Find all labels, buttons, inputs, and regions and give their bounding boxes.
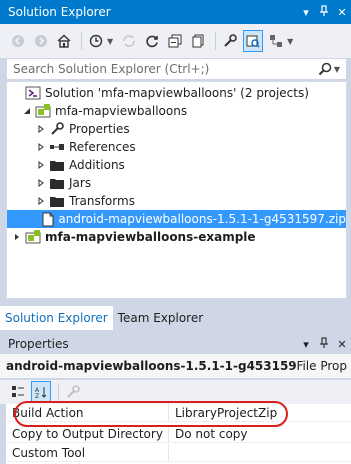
collapsed-arrow-icon[interactable] (35, 159, 47, 171)
forward-icon[interactable] (31, 30, 51, 52)
alphabetical-icon[interactable]: AZ (31, 381, 51, 403)
properties-title: Properties (8, 337, 69, 351)
toolbar-separator (81, 32, 82, 50)
tree-item-label: mfa-mapviewballoons (55, 104, 188, 118)
tree-item-label: Solution 'mfa-mapviewballoons' (2 projec… (45, 86, 309, 100)
android-project-icon (35, 103, 51, 119)
tree-item-label: References (69, 140, 136, 154)
class-view-icon[interactable] (266, 30, 286, 52)
expanded-arrow-icon[interactable] (21, 105, 33, 117)
solution-tree[interactable]: Solution 'mfa-mapviewballoons' (2 projec… (6, 81, 347, 299)
refresh-icon[interactable] (142, 30, 162, 52)
sync-icon[interactable] (119, 30, 139, 52)
property-value[interactable]: Do not copy (169, 427, 248, 441)
properties-wrench-icon[interactable] (220, 30, 240, 52)
tree-item-transforms[interactable]: Transforms (7, 192, 346, 210)
properties-object-selector[interactable]: android-mapviewballoons-1.5.1-1-g4531597… (0, 354, 351, 378)
tree-item-solution[interactable]: Solution 'mfa-mapviewballoons' (2 projec… (7, 84, 346, 102)
property-row-build-action[interactable]: Build Action LibraryProjectZip (6, 404, 351, 422)
tree-item-label: Additions (69, 158, 125, 172)
tab-team-explorer[interactable]: Team Explorer (112, 306, 209, 330)
property-key: Build Action (6, 404, 169, 421)
window-position-icon[interactable]: ▾ (297, 6, 315, 19)
search-icon[interactable] (314, 62, 336, 76)
property-key: Copy to Output Directory (6, 425, 169, 442)
properties-object-name: android-mapviewballoons-1.5.1-1-g4531597… (6, 359, 297, 373)
android-project-icon (25, 229, 41, 245)
property-row-copy-to-output[interactable]: Copy to Output Directory Do not copy (6, 425, 351, 443)
chevron-down-icon[interactable]: ▼ (107, 37, 113, 46)
show-all-files-icon[interactable] (188, 30, 208, 52)
close-icon[interactable]: ✕ (333, 6, 351, 19)
property-grid: Build Action LibraryProjectZip Copy to O… (6, 404, 351, 464)
folder-icon (49, 175, 65, 191)
preview-selected-items-icon[interactable] (243, 30, 264, 52)
window-position-icon[interactable]: ▾ (297, 338, 315, 351)
folder-icon (49, 157, 65, 173)
collapse-all-icon[interactable] (165, 30, 185, 52)
search-placeholder: Search Solution Explorer (Ctrl+;) (13, 62, 210, 76)
property-pages-wrench-icon[interactable] (63, 381, 83, 403)
pin-icon[interactable] (315, 336, 333, 352)
svg-text:Z: Z (35, 393, 39, 399)
search-options-chevron-icon[interactable]: ▼ (334, 65, 340, 74)
toolbar-separator (215, 32, 217, 50)
tree-item-project-mfa-mapviewballoons[interactable]: mfa-mapviewballoons (7, 102, 346, 120)
search-input[interactable]: Search Solution Explorer (Ctrl+;) ▼ (6, 58, 347, 80)
tree-item-label: Transforms (69, 194, 135, 208)
tree-item-label: android-mapviewballoons-1.5.1-1-g4531597… (58, 212, 346, 226)
property-value[interactable]: LibraryProjectZip (169, 406, 277, 420)
properties-object-type: File Prop (296, 359, 347, 373)
pending-changes-filter-icon[interactable] (86, 30, 106, 52)
explorer-tabs: Solution Explorer Team Explorer (0, 306, 351, 330)
properties-toolbar: AZ (0, 380, 351, 404)
solution-explorer-toolbar: ▼ ▼ (0, 24, 351, 58)
close-icon[interactable]: ✕ (333, 338, 351, 351)
tree-item-references[interactable]: References (7, 138, 346, 156)
properties-titlebar: Properties ▾ ✕ (0, 334, 351, 354)
property-row-custom-tool[interactable]: Custom Tool (6, 444, 351, 462)
solution-explorer-title: Solution Explorer (8, 5, 111, 19)
file-icon (42, 211, 54, 227)
property-key: Custom Tool (6, 444, 169, 461)
toolbar-separator (58, 383, 59, 401)
collapsed-arrow-icon[interactable] (35, 123, 47, 135)
tree-item-label: mfa-mapviewballoons-example (45, 230, 256, 244)
tree-item-jars[interactable]: Jars (7, 174, 346, 192)
categorized-icon[interactable] (8, 381, 28, 403)
collapsed-arrow-icon[interactable] (35, 195, 47, 207)
tree-item-project-mfa-mapviewballoons-example[interactable]: mfa-mapviewballoons-example (7, 228, 346, 246)
collapsed-arrow-icon[interactable] (35, 141, 47, 153)
home-icon[interactable] (54, 30, 74, 52)
solution-explorer-titlebar: Solution Explorer ▾ ✕ (0, 0, 351, 24)
pin-icon[interactable] (315, 4, 333, 20)
tab-solution-explorer[interactable]: Solution Explorer (0, 306, 113, 330)
tree-item-label: Properties (69, 122, 130, 136)
collapsed-arrow-icon[interactable] (11, 231, 23, 243)
collapsed-arrow-icon[interactable] (35, 177, 47, 189)
tree-item-label: Jars (69, 176, 92, 190)
chevron-down-icon[interactable]: ▼ (287, 37, 293, 46)
solution-icon (25, 85, 41, 101)
back-icon[interactable] (8, 30, 28, 52)
tree-item-selected-zip[interactable]: android-mapviewballoons-1.5.1-1-g4531597… (7, 210, 346, 228)
tree-item-properties[interactable]: Properties (7, 120, 346, 138)
wrench-icon (49, 121, 65, 137)
tree-item-additions[interactable]: Additions (7, 156, 346, 174)
folder-icon (49, 193, 65, 209)
references-icon (49, 139, 65, 155)
